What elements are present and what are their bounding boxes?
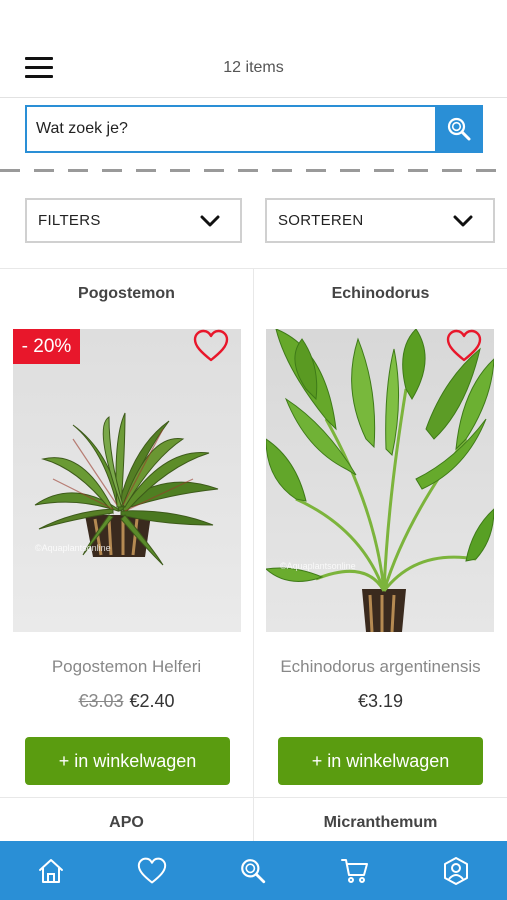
product-brand: Micranthemum: [323, 814, 438, 831]
plant-photo: ©Aquaplantsonline: [13, 329, 241, 632]
nav-account[interactable]: [426, 841, 486, 900]
price-row: €3.03 €2.40: [0, 691, 253, 712]
plant-photo: ©Aquaplantsonline: [266, 329, 494, 632]
search-input[interactable]: [25, 105, 435, 153]
nav-favorites[interactable]: [122, 841, 182, 900]
product-name[interactable]: Echinodorus argentinensis: [254, 657, 507, 677]
bottom-nav: [0, 841, 507, 900]
nav-cart[interactable]: [325, 841, 385, 900]
grid-divider: [0, 797, 507, 798]
nav-search[interactable]: [223, 841, 283, 900]
chevron-down-icon: [453, 215, 473, 226]
price-row: €3.19: [254, 691, 507, 712]
filters-dropdown[interactable]: FILTERS: [25, 198, 242, 243]
search-icon: [447, 117, 471, 141]
watermark: ©Aquaplantsonline: [35, 543, 111, 553]
top-bar: 12 items: [0, 0, 507, 98]
chevron-down-icon: [200, 215, 220, 226]
product-brand: Echinodorus: [331, 285, 430, 302]
filters-label: FILTERS: [38, 212, 101, 229]
product-image[interactable]: ©Aquaplantsonline - 20%: [13, 329, 241, 632]
heart-icon: [137, 857, 167, 884]
product-name[interactable]: Pogostemon Helferi: [0, 657, 253, 677]
discount-badge: - 20%: [13, 329, 80, 364]
product-card[interactable]: Pogostemon ©Aquaplantsonline - 20% Pogos…: [0, 269, 253, 797]
search-button[interactable]: [435, 105, 483, 153]
product-brand: APO: [109, 814, 144, 831]
add-to-cart-button[interactable]: + in winkelwagen: [278, 737, 483, 785]
nav-home[interactable]: [21, 841, 81, 900]
heart-icon[interactable]: [446, 329, 482, 363]
product-image[interactable]: ©Aquaplantsonline: [266, 329, 494, 632]
account-icon: [444, 856, 469, 885]
search-icon: [241, 858, 266, 883]
cart-icon: [340, 858, 368, 883]
sort-dropdown[interactable]: SORTEREN: [265, 198, 495, 243]
watermark: ©Aquaplantsonline: [280, 561, 356, 571]
search-bar: [25, 105, 483, 153]
items-count: 12 items: [223, 59, 284, 76]
dashed-divider: [0, 169, 507, 172]
home-icon: [38, 858, 63, 883]
product-card[interactable]: Echinodorus ©Aquaplantsonline Echinodoru…: [254, 269, 507, 797]
old-price: €3.03: [78, 691, 124, 711]
sort-label: SORTEREN: [278, 212, 364, 229]
current-price: €2.40: [129, 691, 175, 711]
heart-icon[interactable]: [193, 329, 229, 363]
product-brand: Pogostemon: [78, 285, 175, 302]
current-price: €3.19: [357, 691, 404, 711]
add-to-cart-button[interactable]: + in winkelwagen: [25, 737, 230, 785]
